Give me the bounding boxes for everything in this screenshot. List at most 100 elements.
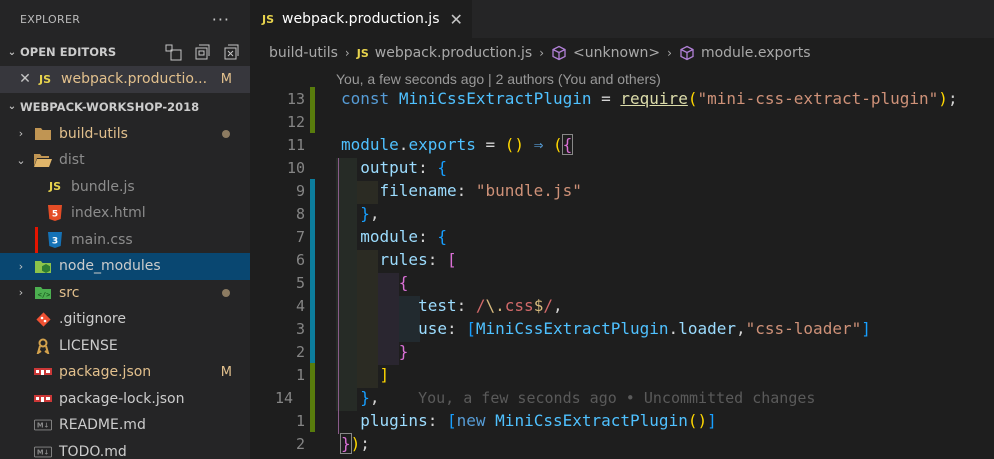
code-line: 2 }); [250, 432, 994, 455]
svg-text:M↓: M↓ [37, 448, 49, 456]
tree-item-label: LICENSE [59, 337, 118, 354]
tree-item-package-lock-json[interactable]: package-lock.json [0, 386, 250, 413]
tree-item-node-modules[interactable]: › node_modules [0, 253, 250, 280]
tree-item-index-html[interactable]: 5 index.html [0, 200, 250, 227]
tree-item-label: build-utils [59, 125, 128, 142]
tree-item-label: node_modules [59, 258, 161, 275]
git-icon [34, 310, 52, 328]
code-line: 6 rules: [ [250, 248, 994, 271]
tree-item-gitignore[interactable]: .gitignore [0, 306, 250, 333]
breadcrumb-symbol-unknown[interactable]: <unknown> [573, 45, 660, 61]
more-actions-icon[interactable]: ··· [212, 10, 230, 29]
javascript-file-icon: JS [262, 12, 275, 26]
open-editors-header[interactable]: ⌄ OPEN EDITORS [0, 38, 250, 66]
modified-badge: M [220, 364, 232, 380]
breadcrumb: build-utils › JS webpack.production.js ›… [250, 38, 994, 68]
code-line: 1 ] [250, 363, 994, 386]
code-line: 10 output: { [250, 156, 994, 179]
tree-item-license[interactable]: LICENSE [0, 333, 250, 360]
code-line: 7 module: { [250, 225, 994, 248]
code-text: filename: "bundle.js" [379, 181, 582, 200]
git-modified-gutter [310, 179, 315, 202]
html5-icon: 5 [46, 204, 64, 222]
modified-badge: M [220, 71, 232, 87]
line-number: 12 [286, 112, 305, 131]
open-editors-actions [165, 44, 250, 61]
tree-item-package-json[interactable]: package.json M [0, 359, 250, 386]
line-number: 2 [295, 342, 305, 361]
code-line: 9 filename: "bundle.js" [250, 179, 994, 202]
folder-icon [34, 125, 52, 143]
chevron-right-icon: › [667, 46, 672, 60]
code-text: plugins: [new MiniCssExtractPlugin()] [360, 411, 717, 430]
tree-item-label: main.css [71, 231, 133, 248]
code-text: use: [MiniCssExtractPlugin.loader,"css-l… [418, 319, 871, 338]
tree-item-label: TODO.md [59, 443, 127, 459]
line-number: 7 [295, 227, 305, 246]
inline-blame: You, a few seconds ago • Uncommitted cha… [418, 389, 816, 407]
tree-item-todo[interactable]: M↓ TODO.md [0, 439, 250, 459]
tree-item-readme[interactable]: M↓ README.md [0, 412, 250, 439]
tab-webpack-production[interactable]: JS webpack.production.js ✕ [250, 0, 472, 38]
line-number: 1 [295, 411, 305, 430]
close-all-icon[interactable] [223, 44, 240, 61]
line-number: 3 [295, 319, 305, 338]
modified-dot [222, 129, 230, 138]
git-modified-gutter [310, 294, 315, 317]
javascript-file-icon: JS [48, 180, 61, 194]
code-text: }); [340, 433, 370, 454]
code-line: 2 } [250, 340, 994, 363]
tree-item-bundle-js[interactable]: JS bundle.js [0, 174, 250, 201]
editor-tab-bar: JS webpack.production.js ✕ [250, 0, 994, 38]
markdown-icon: M↓ [34, 443, 52, 459]
git-codelens[interactable]: You, a few seconds ago | 2 authors (You … [336, 71, 661, 87]
gutter [310, 133, 315, 156]
code-text: test: /\.css$/, [418, 296, 563, 315]
code-line: 12 [250, 110, 994, 133]
git-modified-gutter [310, 271, 315, 294]
open-editors-label: OPEN EDITORS [20, 45, 117, 59]
tree-item-build-utils[interactable]: › build-utils [0, 121, 250, 148]
svg-text:5: 5 [52, 210, 58, 220]
tree-item-main-css[interactable]: 3 main.css [0, 226, 250, 254]
license-icon [34, 337, 52, 355]
close-icon[interactable]: ✕ [14, 71, 36, 87]
save-all-icon[interactable] [194, 44, 211, 61]
tree-item-label: bundle.js [71, 178, 135, 195]
code-text: module: { [360, 227, 447, 246]
line-number: 4 [295, 296, 305, 315]
code-text: { [398, 273, 409, 292]
git-modified-gutter [310, 202, 315, 225]
new-untitled-file-icon[interactable] [165, 44, 182, 61]
chevron-right-icon: › [18, 127, 24, 141]
tree-item-src[interactable]: › </> src [0, 280, 250, 307]
close-icon[interactable]: ✕ [450, 10, 463, 29]
code-text: ] [379, 365, 390, 384]
tree-item-dist[interactable]: ⌄ dist [0, 147, 250, 174]
chevron-right-icon: › [344, 46, 350, 60]
line-number-current: 14 [274, 388, 293, 407]
explorer-sidebar: EXPLORER ··· ⌄ OPEN EDITORS ✕ JS webpack… [0, 0, 250, 459]
code-line: 3 use: [MiniCssExtractPlugin.loader,"css… [250, 317, 994, 340]
breadcrumb-file[interactable]: webpack.production.js [375, 45, 532, 61]
line-number: 5 [295, 273, 305, 292]
git-added-gutter [310, 110, 315, 133]
line-number: 10 [286, 158, 305, 177]
svg-text:M↓: M↓ [37, 422, 49, 430]
code-line: 5 { [250, 271, 994, 294]
code-editor[interactable]: You, a few seconds ago | 2 authors (You … [250, 68, 994, 459]
markdown-icon: M↓ [34, 416, 52, 434]
tree-item-label: .gitignore [59, 311, 126, 328]
open-editor-item[interactable]: ✕ JS webpack.productio... M [0, 66, 250, 93]
code-line: 14 }, You, a few seconds ago • Uncommitt… [250, 386, 994, 409]
git-deleted-marker [35, 226, 38, 253]
git-modified-gutter [310, 225, 315, 248]
breadcrumb-folder[interactable]: build-utils [269, 45, 338, 61]
chevron-down-icon: ⌄ [16, 153, 26, 167]
workspace-header[interactable]: ⌄ WEBPACK-WORKSHOP-2018 [0, 93, 250, 121]
breadcrumb-symbol-exports[interactable]: module.exports [701, 45, 811, 61]
gutter [310, 432, 315, 455]
modified-dot [222, 288, 230, 297]
explorer-title: EXPLORER [20, 12, 81, 26]
line-number: 13 [286, 89, 305, 108]
